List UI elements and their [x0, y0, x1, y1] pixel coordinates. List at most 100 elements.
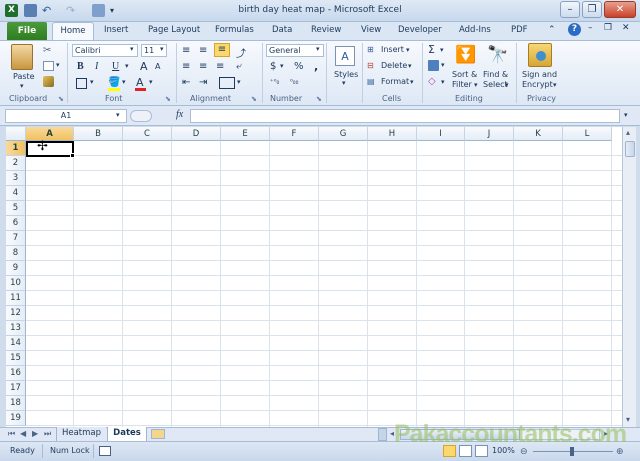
- row-header-12[interactable]: 12: [6, 306, 26, 321]
- cut-icon[interactable]: ✂: [43, 45, 51, 56]
- insert-function-button[interactable]: fx: [176, 109, 183, 120]
- column-header-j[interactable]: J: [465, 127, 514, 141]
- find-select-icon[interactable]: 🔭: [487, 44, 509, 68]
- column-header-c[interactable]: C: [123, 127, 172, 141]
- next-sheet-icon[interactable]: ▶: [32, 429, 38, 438]
- row-header-6[interactable]: 6: [6, 216, 26, 231]
- align-middle-icon[interactable]: ≡: [199, 45, 207, 56]
- paste-dropdown-icon[interactable]: ▾: [20, 82, 24, 90]
- active-cell[interactable]: [26, 141, 74, 157]
- row-header-14[interactable]: 14: [6, 336, 26, 351]
- borders-dropdown-icon[interactable]: ▾: [90, 78, 94, 86]
- grow-font-button[interactable]: A: [140, 60, 148, 73]
- minimize-button[interactable]: –: [560, 1, 580, 18]
- delete-cells-button[interactable]: Delete: [381, 61, 407, 70]
- last-sheet-icon[interactable]: ⏭: [44, 429, 51, 439]
- font-color-dropdown-icon[interactable]: ▾: [149, 78, 153, 86]
- font-size-dropdown-icon[interactable]: ▾: [160, 45, 164, 53]
- row-header-9[interactable]: 9: [6, 261, 26, 276]
- worksheet-grid[interactable]: ABCDEFGHIJKL 1 2 3 4 5 6 7 8 9 10 11 12 13 14 15 16 17 18…: [6, 127, 622, 427]
- workbook-minimize-icon[interactable]: –: [588, 23, 593, 33]
- select-all-corner[interactable]: [6, 127, 26, 141]
- accounting-dropdown-icon[interactable]: ▾: [280, 62, 284, 70]
- row-header-18[interactable]: 18: [6, 396, 26, 411]
- clear-icon[interactable]: ◇: [428, 76, 436, 87]
- paste-icon[interactable]: [11, 44, 33, 70]
- font-name-box[interactable]: Calibri: [72, 44, 138, 57]
- sheet-tab-heatmap[interactable]: Heatmap: [56, 427, 106, 441]
- row-header-8[interactable]: 8: [6, 246, 26, 261]
- formula-input[interactable]: [190, 109, 620, 123]
- fill-dropdown-icon[interactable]: ▾: [441, 61, 445, 69]
- sort-filter-line1[interactable]: Sort &: [452, 70, 477, 79]
- column-header-h[interactable]: H: [368, 127, 417, 141]
- decrease-indent-icon[interactable]: ⇤: [182, 77, 190, 88]
- fill-handle-icon[interactable]: [70, 153, 75, 158]
- tab-page-layout[interactable]: Page Layout: [148, 25, 200, 35]
- row-header-2[interactable]: 2: [6, 156, 26, 171]
- bold-button[interactable]: B: [77, 61, 84, 72]
- insert-sheet-icon[interactable]: [151, 429, 165, 439]
- tab-pdf[interactable]: PDF: [511, 25, 528, 35]
- row-header-7[interactable]: 7: [6, 231, 26, 246]
- orientation-icon[interactable]: ⤴: [236, 45, 246, 60]
- format-cells-icon[interactable]: ▤: [367, 77, 375, 86]
- row-header-11[interactable]: 11: [6, 291, 26, 306]
- tab-insert[interactable]: Insert: [104, 25, 128, 35]
- ribbon-collapse-icon[interactable]: ⌃: [548, 25, 556, 35]
- sign-encrypt-line2[interactable]: Encrypt: [522, 80, 553, 89]
- restore-button[interactable]: ❐: [582, 1, 602, 18]
- insert-dropdown-icon[interactable]: ▾: [406, 46, 410, 54]
- delete-dropdown-icon[interactable]: ▾: [408, 62, 412, 70]
- expand-formula-bar-icon[interactable]: ▾: [624, 111, 628, 119]
- align-bottom-icon[interactable]: ≡: [214, 43, 230, 57]
- sort-filter-dropdown-icon[interactable]: ▾: [474, 81, 478, 89]
- tab-data[interactable]: Data: [272, 25, 292, 35]
- styles-button[interactable]: Styles: [334, 70, 358, 79]
- vertical-scroll-thumb[interactable]: [625, 141, 635, 157]
- shrink-font-button[interactable]: A: [155, 62, 160, 71]
- paste-button[interactable]: Paste: [13, 72, 35, 81]
- autosum-icon[interactable]: Σ: [428, 43, 435, 56]
- tab-add-ins[interactable]: Add-Ins: [459, 25, 491, 35]
- align-center-icon[interactable]: ≡: [199, 61, 207, 72]
- fill-color-icon[interactable]: 🪣: [108, 77, 120, 88]
- copy-icon[interactable]: [43, 61, 54, 71]
- tab-file[interactable]: File: [7, 22, 47, 40]
- percent-style-button[interactable]: %: [294, 61, 304, 72]
- sort-filter-icon[interactable]: ⏬: [455, 44, 476, 68]
- wrap-text-icon[interactable]: ⤶: [236, 61, 242, 72]
- underline-dropdown-icon[interactable]: ▾: [125, 62, 129, 70]
- tab-formulas[interactable]: Formulas: [215, 25, 254, 35]
- column-header-k[interactable]: K: [514, 127, 563, 141]
- number-launcher-icon[interactable]: ⬊: [316, 95, 322, 103]
- underline-button[interactable]: U: [112, 61, 119, 72]
- row-header-5[interactable]: 5: [6, 201, 26, 216]
- accounting-format-button[interactable]: $: [270, 61, 276, 72]
- find-select-line2[interactable]: Select: [483, 80, 508, 89]
- sheet-tab-dates[interactable]: Dates: [107, 427, 147, 441]
- tab-developer[interactable]: Developer: [398, 25, 442, 35]
- tab-home[interactable]: Home: [52, 22, 94, 41]
- first-sheet-icon[interactable]: ⏮: [8, 429, 15, 439]
- font-launcher-icon[interactable]: ⬊: [165, 95, 171, 103]
- copy-dropdown-icon[interactable]: ▾: [56, 61, 60, 69]
- column-header-d[interactable]: D: [172, 127, 221, 141]
- format-dropdown-icon[interactable]: ▾: [410, 78, 414, 86]
- row-header-15[interactable]: 15: [6, 351, 26, 366]
- fill-color-dropdown-icon[interactable]: ▾: [122, 78, 126, 86]
- tab-view[interactable]: View: [361, 25, 381, 35]
- scroll-down-icon[interactable]: ▾: [626, 415, 630, 424]
- row-header-3[interactable]: 3: [6, 171, 26, 186]
- tab-split-handle-icon[interactable]: [378, 428, 387, 441]
- workbook-close-icon[interactable]: ✕: [622, 23, 630, 33]
- vertical-scrollbar[interactable]: ▴ ▾: [622, 127, 636, 427]
- align-top-icon[interactable]: ≡: [182, 45, 190, 56]
- row-header-13[interactable]: 13: [6, 321, 26, 336]
- name-box[interactable]: A1: [5, 109, 127, 123]
- row-header-19[interactable]: 19: [6, 411, 26, 426]
- row-header-1[interactable]: 1: [6, 141, 26, 156]
- merge-center-icon[interactable]: [219, 77, 235, 89]
- scroll-up-icon[interactable]: ▴: [626, 128, 630, 137]
- column-header-a[interactable]: A: [26, 127, 74, 141]
